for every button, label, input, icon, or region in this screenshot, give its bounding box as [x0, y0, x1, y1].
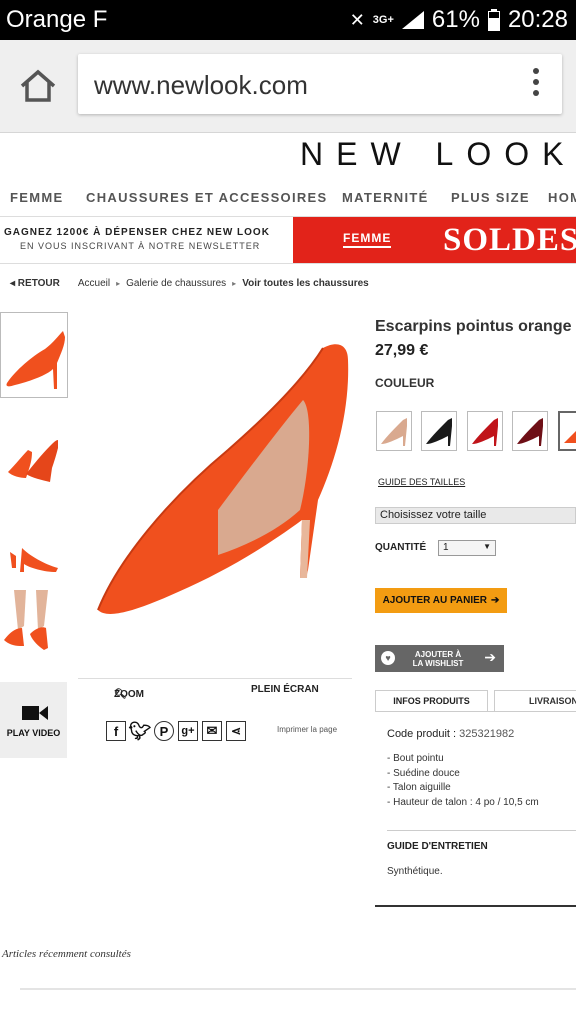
- quantity-label: QUANTITÉ: [375, 542, 427, 553]
- color-swatch-red[interactable]: [467, 411, 503, 451]
- carrier-name: Orange F: [6, 6, 108, 33]
- shoe-side-thumbnail-image: [10, 548, 58, 572]
- newsletter-promo-line1[interactable]: GAGNEZ 1200€ À DÉPENSER CHEZ NEW LOOK: [4, 227, 270, 238]
- add-to-cart-label: AJOUTER AU PANIER: [382, 595, 488, 606]
- feature-item: - Talon aiguille: [387, 782, 451, 793]
- thumbnail-1[interactable]: [0, 312, 68, 398]
- size-guide-link[interactable]: GUIDE DES TAILLES: [378, 477, 465, 487]
- wishlist-label-line1: AJOUTER À: [414, 650, 462, 659]
- arrow-right-icon: ➔: [491, 595, 500, 606]
- quantity-value: 1: [443, 542, 449, 553]
- quantity-select[interactable]: 1 ▼: [438, 540, 496, 556]
- shoe-thumbnail-image: [6, 331, 66, 389]
- nav-item-homme[interactable]: HOMME: [548, 190, 576, 205]
- color-label: COULEUR: [375, 376, 435, 390]
- product-code: Code produit : 325321982: [387, 728, 514, 740]
- color-swatch-orange[interactable]: [558, 411, 576, 451]
- email-icon[interactable]: ✉: [202, 721, 222, 741]
- feature-item: - Hauteur de talon : 4 po / 10,5 cm: [387, 796, 539, 808]
- battery-icon: [487, 9, 500, 31]
- print-page-link[interactable]: Imprimer la page: [277, 725, 337, 734]
- care-guide-text: Synthétique.: [387, 866, 443, 877]
- magnifier-icon: 🔍︎: [114, 689, 127, 700]
- home-icon[interactable]: [18, 68, 58, 104]
- dropdown-arrow-icon: ▼: [483, 542, 491, 551]
- newsletter-promo-line2[interactable]: EN VOUS INSCRIVANT À NOTRE NEWSLETTER: [20, 241, 260, 251]
- breadcrumb-separator: ▸: [232, 279, 237, 288]
- breadcrumb-current: Voir toutes les chaussures: [242, 278, 369, 289]
- color-swatch-black[interactable]: [421, 411, 457, 451]
- tab-livraison[interactable]: LIVRAISON: [494, 690, 576, 712]
- product-features: - Bout pointu - Suédine douce - Talon ai…: [387, 752, 539, 810]
- google-plus-icon[interactable]: g+: [178, 721, 198, 741]
- share-icon[interactable]: ⋖: [226, 721, 246, 741]
- divider: [20, 988, 576, 990]
- nav-item-chaussures[interactable]: CHAUSSURES ET ACCESSOIRES: [86, 190, 328, 205]
- browser-toolbar: www.newlook.com: [0, 40, 576, 133]
- soldes-heading: SOLDES: [443, 222, 576, 258]
- nav-item-maternite[interactable]: MATERNITÉ: [342, 190, 429, 205]
- recently-viewed-title: Articles récemment consultés: [2, 948, 131, 960]
- product-main-image[interactable]: [78, 320, 358, 650]
- vibrate-icon: ✕: [349, 9, 365, 30]
- divider: [375, 905, 576, 907]
- network-type: 3G+: [372, 14, 394, 26]
- heart-icon: ♥: [381, 651, 395, 665]
- arrow-right-icon: ➔: [484, 649, 496, 665]
- breadcrumb-home[interactable]: Accueil: [78, 278, 110, 289]
- back-link[interactable]: ◂ RETOUR: [10, 278, 60, 289]
- nav-item-femme[interactable]: FEMME: [10, 190, 63, 205]
- care-guide-title: GUIDE D'ENTRETIEN: [387, 841, 488, 852]
- product-title: Escarpins pointus orange: [375, 318, 572, 335]
- clock: 20:28: [507, 6, 568, 33]
- site-logo[interactable]: NEW LOOK: [300, 136, 576, 173]
- product-code-label: Code produit :: [387, 728, 457, 740]
- status-bar: Orange F ✕ 3G+ 61% 20:28: [0, 0, 576, 40]
- nav-item-plus-size[interactable]: PLUS SIZE: [451, 190, 530, 205]
- facebook-icon[interactable]: f: [106, 721, 126, 741]
- wishlist-label-line2: LA WISHLIST: [412, 659, 464, 668]
- thumbnail-3[interactable]: [0, 512, 68, 598]
- divider: [387, 830, 576, 831]
- fullscreen-button[interactable]: PLEIN ÉCRAN: [251, 684, 319, 695]
- pinterest-icon[interactable]: P: [154, 721, 174, 741]
- add-to-cart-button[interactable]: AJOUTER AU PANIER ➔: [375, 588, 507, 613]
- breadcrumb-separator: ▸: [116, 279, 121, 288]
- feature-item: - Bout pointu: [387, 753, 444, 764]
- color-swatch-nude[interactable]: [376, 411, 412, 451]
- soldes-banner[interactable]: FEMME SOLDES: [293, 217, 576, 263]
- breadcrumb: ◂ RETOUR Accueil ▸ Galerie de chaussures…: [10, 278, 369, 289]
- main-nav: FEMME CHAUSSURES ET ACCESSOIRES MATERNIT…: [0, 186, 576, 212]
- shoe-worn-thumbnail-image: [4, 590, 48, 650]
- add-to-wishlist-button[interactable]: ♥ AJOUTER À LA WISHLIST ➔: [375, 645, 504, 672]
- address-bar[interactable]: www.newlook.com: [78, 54, 562, 114]
- size-select[interactable]: Choisissez votre taille: [375, 507, 576, 524]
- image-tools: ZOOM 🔍︎ PLEIN ÉCRAN: [78, 678, 352, 700]
- feature-item: - Suédine douce: [387, 767, 460, 779]
- play-video-button[interactable]: PLAY VIDEO: [0, 682, 67, 758]
- promo-banner[interactable]: GAGNEZ 1200€ À DÉPENSER CHEZ NEW LOOK EN…: [0, 216, 576, 264]
- color-swatch-burgundy[interactable]: [512, 411, 548, 451]
- video-camera-icon: [22, 706, 48, 720]
- url-text[interactable]: www.newlook.com: [94, 70, 308, 101]
- product-code-value: 325321982: [459, 728, 515, 740]
- breadcrumb-galerie[interactable]: Galerie de chaussures: [126, 278, 226, 289]
- thumbnail-4[interactable]: [0, 590, 68, 676]
- tab-divider: [375, 711, 576, 712]
- share-bar: f 🐦︎ P g+ ✉ ⋖: [106, 720, 246, 742]
- product-price: 27,99 €: [375, 342, 429, 359]
- play-video-label: PLAY VIDEO: [6, 728, 61, 738]
- twitter-icon[interactable]: 🐦︎: [129, 721, 152, 741]
- battery-percent: 61%: [431, 6, 480, 33]
- overflow-menu-icon[interactable]: [532, 68, 540, 100]
- signal-icon: [401, 11, 424, 29]
- tab-infos-produits[interactable]: INFOS PRODUITS: [375, 690, 488, 712]
- soldes-femme-link[interactable]: FEMME: [343, 231, 392, 248]
- thumbnail-2[interactable]: [0, 412, 68, 498]
- shoe-pair-thumbnail-image: [8, 440, 58, 482]
